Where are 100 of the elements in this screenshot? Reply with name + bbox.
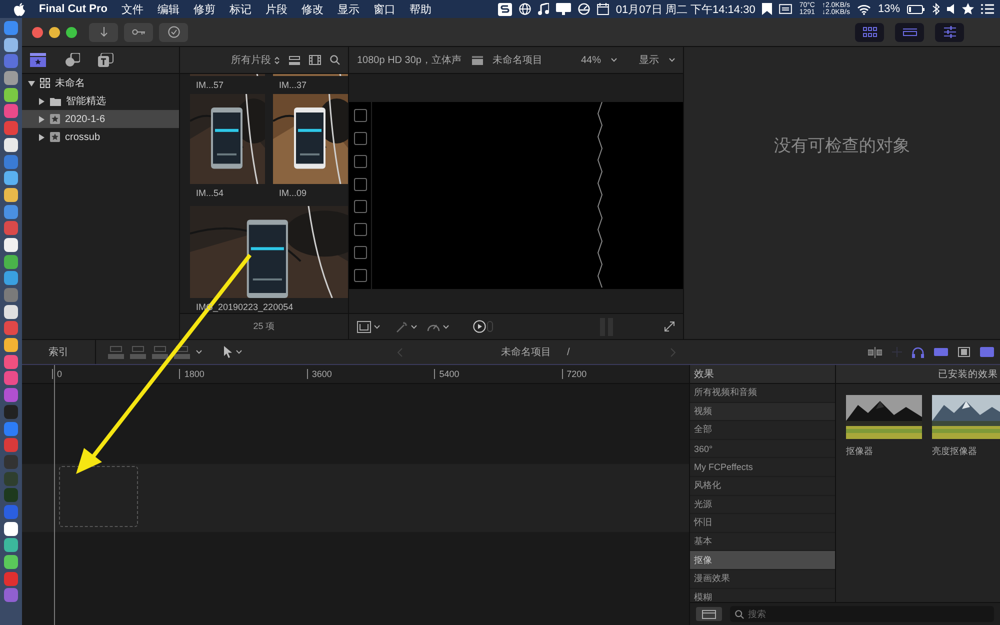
menu-item[interactable]: 修剪 — [193, 2, 216, 16]
sidebar-toggle-button[interactable] — [696, 607, 722, 621]
timeline-toggle-button[interactable] — [895, 22, 924, 42]
speaker-icon[interactable] — [947, 4, 955, 14]
clapperboard-icon — [472, 56, 482, 64]
input-source-icon[interactable] — [779, 4, 792, 14]
app-icon[interactable] — [4, 338, 18, 352]
app-icon[interactable] — [4, 138, 18, 152]
clapperboard-icon[interactable] — [30, 53, 46, 67]
effects-category[interactable]: 全部 — [690, 421, 835, 440]
chevron-icon — [443, 324, 449, 328]
ruler-label: 5400 — [439, 369, 460, 379]
filmstrip-hole — [354, 108, 366, 122]
import-button[interactable] — [89, 22, 118, 42]
menu-item[interactable]: 片段 — [265, 2, 288, 16]
star-icon[interactable] — [962, 3, 974, 15]
app-icon[interactable] — [4, 238, 18, 252]
zoom-menu[interactable]: 44% — [580, 54, 601, 66]
minimize-button[interactable] — [49, 26, 60, 38]
filmstrip-hole — [354, 246, 366, 260]
ruler-label: 0 — [57, 369, 62, 379]
list-icon[interactable] — [981, 4, 994, 14]
display-icon[interactable] — [556, 3, 571, 15]
zoom-button[interactable] — [66, 26, 77, 38]
effects-category[interactable]: 风格化 — [690, 476, 835, 496]
transform-icon[interactable] — [357, 320, 371, 332]
bluetooth-icon[interactable] — [932, 3, 940, 15]
effects-category[interactable]: 抠像 — [690, 551, 835, 570]
close-button[interactable] — [32, 26, 43, 38]
apple-icon[interactable] — [14, 2, 25, 16]
menu-item[interactable]: 编辑 — [157, 2, 180, 16]
clip-appearance-icon[interactable] — [289, 56, 300, 64]
disclosure-triangle-icon[interactable] — [28, 80, 35, 86]
view-menu[interactable]: 显示 — [639, 53, 659, 67]
menu-item[interactable]: 文件 — [121, 2, 144, 16]
app-icon[interactable] — [4, 538, 18, 552]
search-icon[interactable] — [330, 55, 340, 65]
library-item[interactable]: crossub — [22, 128, 179, 146]
index-button[interactable]: 索引 — [22, 340, 96, 364]
app-status-icon[interactable] — [498, 2, 512, 16]
disclosure-triangle-icon[interactable] — [38, 98, 45, 104]
app-icon[interactable] — [4, 88, 18, 102]
effect-name[interactable]: 亮度抠像器 — [932, 445, 1000, 458]
effects-category[interactable]: 360° — [690, 440, 835, 458]
menu-item[interactable]: 显示 — [337, 2, 360, 16]
bookmark-icon[interactable] — [762, 3, 772, 15]
search-icon — [735, 610, 744, 618]
filmstrip-icon[interactable] — [309, 55, 321, 65]
skimming-icon[interactable] — [868, 346, 882, 358]
clock-text[interactable]: 01月07日 周二 下午14:14:30 — [616, 2, 756, 16]
music-note-icon[interactable] — [538, 3, 549, 15]
effects-category[interactable]: My FCPeffects — [690, 458, 835, 477]
menu-item[interactable]: 窗口 — [373, 2, 396, 16]
app-icon[interactable] — [4, 555, 18, 569]
keywords-button[interactable] — [124, 22, 153, 42]
disclosure-triangle-icon[interactable] — [38, 116, 45, 122]
app-icon[interactable] — [4, 304, 18, 319]
event-icon — [50, 132, 60, 142]
app-menu[interactable]: Final Cut Pro — [39, 3, 108, 15]
grid-icon — [862, 27, 876, 37]
clip-filter-menu[interactable]: 所有片段 — [231, 53, 271, 67]
library-item[interactable]: 2020-1-6 — [22, 110, 179, 128]
calendar-icon[interactable] — [596, 3, 609, 15]
app-icon[interactable] — [4, 38, 18, 52]
effects-category[interactable]: 光源 — [690, 496, 835, 514]
effects-category[interactable]: 视频 — [690, 402, 835, 422]
menu-item[interactable]: 修改 — [301, 2, 324, 16]
globe-icon[interactable] — [518, 3, 531, 15]
effects-category[interactable]: 怀旧 — [690, 514, 835, 533]
filmstrip-hole — [354, 200, 366, 214]
disclosure-triangle-icon[interactable] — [38, 134, 45, 140]
headphones-icon[interactable] — [912, 346, 924, 358]
ruler-label: 1800 — [184, 369, 204, 379]
effect-name[interactable]: 抠像器 — [846, 445, 922, 458]
photos-and-audio-icon[interactable] — [64, 53, 80, 67]
app-icon[interactable] — [4, 522, 18, 536]
menu-item[interactable]: 标记 — [229, 2, 252, 16]
search-field[interactable]: 搜索 — [730, 606, 994, 622]
gauge-icon[interactable] — [578, 3, 590, 15]
background-tasks-button[interactable] — [159, 22, 188, 42]
magic-wand-icon[interactable] — [396, 320, 408, 332]
ruler-label: 3600 — [312, 369, 332, 379]
edit-mode-icon[interactable] — [174, 346, 190, 358]
battery-icon[interactable] — [907, 4, 925, 14]
pointer-tool-icon[interactable] — [224, 346, 233, 358]
app-icon[interactable] — [4, 171, 18, 186]
browser-toggle-button[interactable] — [855, 22, 884, 42]
inspector-toggle-button[interactable] — [935, 22, 964, 42]
wifi-icon[interactable] — [856, 4, 871, 14]
titles-icon[interactable] — [98, 53, 114, 67]
menu-item[interactable]: 帮助 — [409, 2, 432, 16]
fullscreen-icon[interactable] — [664, 321, 675, 332]
library-item[interactable]: 智能精选 — [22, 92, 179, 110]
library-item[interactable]: 未命名 — [22, 74, 179, 92]
filmstrip-icon[interactable] — [958, 347, 970, 357]
folder-icon — [50, 96, 61, 106]
key-icon — [132, 29, 146, 35]
effects-category[interactable]: 漫画效果 — [690, 570, 835, 589]
app-icon[interactable] — [4, 188, 18, 202]
up-down-arrows-icon[interactable] — [274, 56, 280, 64]
